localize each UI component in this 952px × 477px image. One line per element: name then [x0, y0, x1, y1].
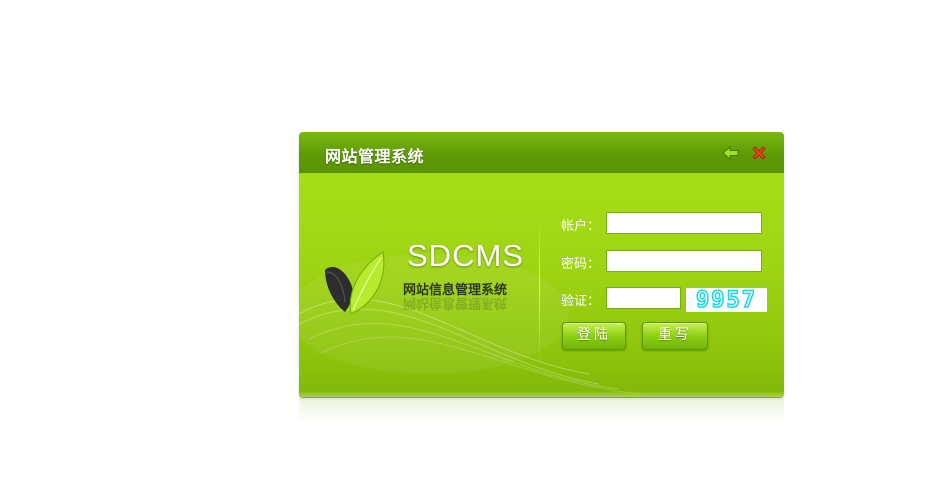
logo-subtitle-reflection: 网站信息管理系统	[403, 295, 508, 310]
account-input[interactable]	[606, 212, 762, 234]
login-dialog: 网站管理系统 SDCMS 网站信息管理系统 网站信息管理系统 帐户： 密码： 验…	[299, 132, 784, 397]
password-input[interactable]	[606, 250, 762, 272]
back-arrow-icon[interactable]	[722, 144, 740, 162]
login-button[interactable]: 登陆	[562, 322, 626, 350]
dialog-title: 网站管理系统	[325, 147, 425, 166]
logo-wordmark: SDCMS	[407, 238, 524, 273]
vertical-divider	[539, 214, 540, 364]
reset-button[interactable]: 重写	[642, 322, 708, 350]
dialog-titlebar: 网站管理系统	[299, 132, 784, 174]
dialog-body: SDCMS 网站信息管理系统 网站信息管理系统 帐户： 密码： 验证： 9957…	[299, 174, 784, 397]
captcha-image[interactable]: 9957	[686, 287, 767, 314]
captcha-label: 验证：	[561, 294, 601, 309]
dialog-reflection	[299, 398, 784, 424]
captcha-input[interactable]	[606, 287, 681, 309]
sdcms-logo: SDCMS 网站信息管理系统 网站信息管理系统	[313, 232, 543, 362]
close-x-icon[interactable]	[750, 144, 768, 162]
account-label: 帐户：	[561, 219, 601, 234]
password-label: 密码：	[561, 257, 601, 272]
captcha-code: 9957	[695, 287, 757, 314]
